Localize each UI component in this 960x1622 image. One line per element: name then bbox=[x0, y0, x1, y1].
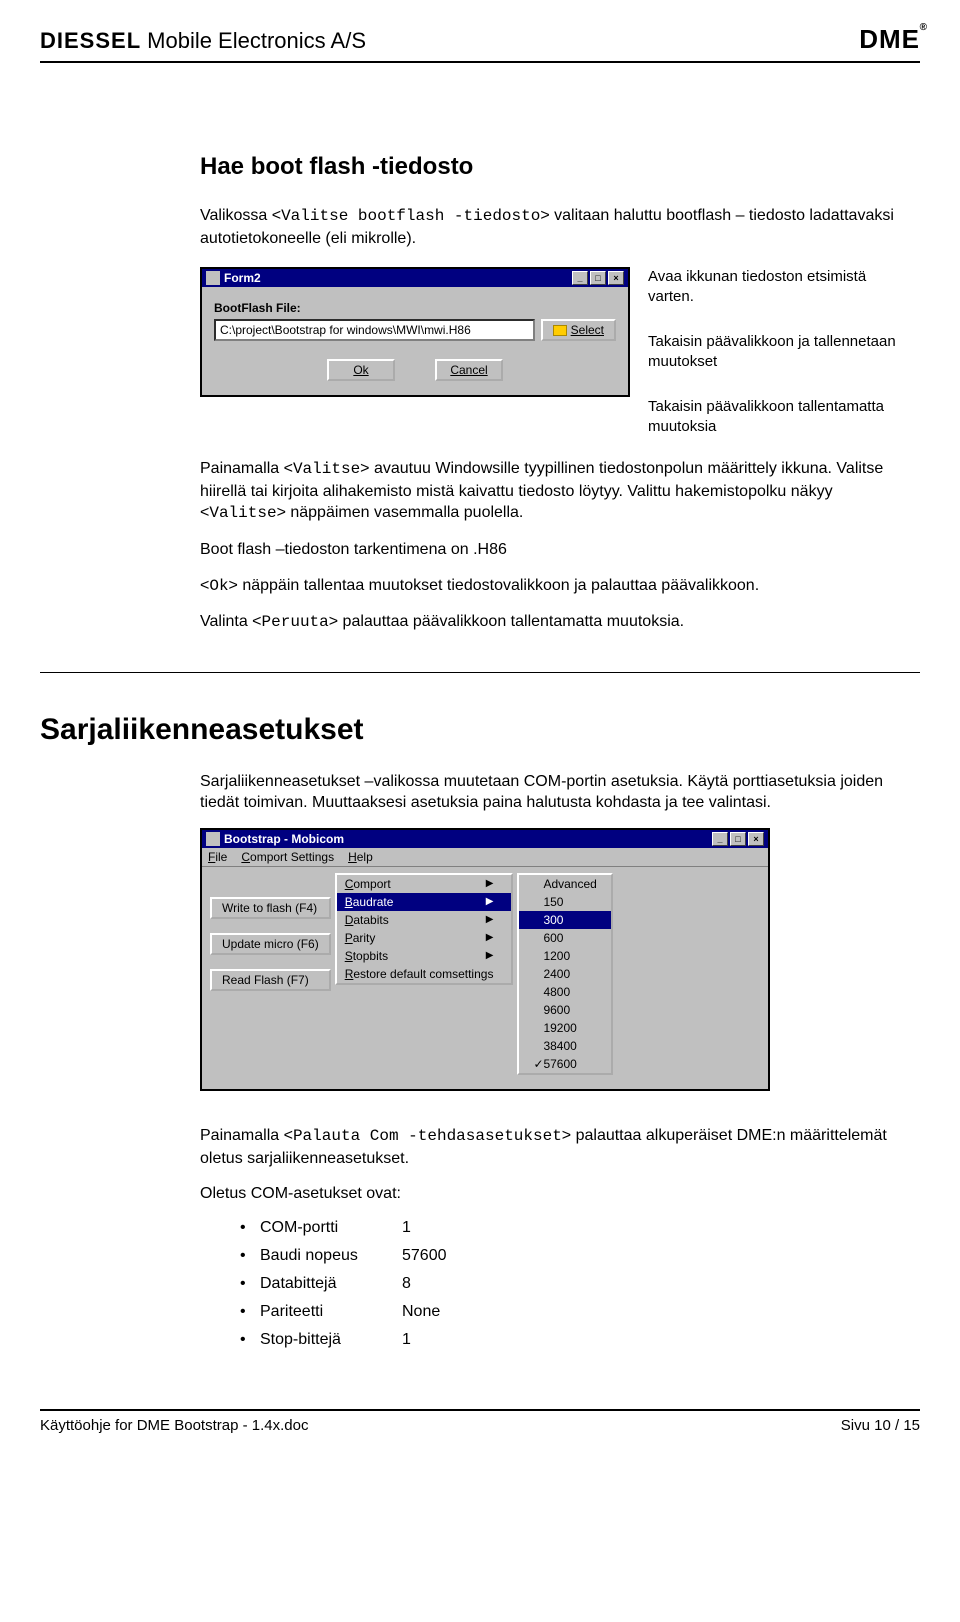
dropdown-item-baudrate[interactable]: Baudrate▶ bbox=[337, 893, 512, 911]
minimize-icon[interactable]: _ bbox=[572, 271, 588, 285]
body-paragraph: <Ok> näppäin tallentaa muutokset tiedost… bbox=[200, 575, 920, 598]
body-paragraph: Boot flash –tiedoston tarkentimena on .H… bbox=[200, 539, 920, 561]
menubar: File Comport Settings Help bbox=[202, 848, 768, 867]
ok-button[interactable]: Ok bbox=[327, 359, 395, 381]
default-row: Stop-bittejä1 bbox=[240, 1331, 920, 1349]
body-paragraph: Painamalla <Valitse> avautuu Windowsille… bbox=[200, 458, 920, 525]
brand-mid: Mobile Electronics A/S bbox=[147, 28, 366, 54]
default-row: Databittejä8 bbox=[240, 1275, 920, 1293]
close-icon[interactable]: × bbox=[748, 832, 764, 846]
write-flash-button[interactable]: Write to flash (F4) bbox=[210, 897, 331, 919]
submenu-item-baud-150[interactable]: 150 bbox=[519, 893, 610, 911]
section-title-com: Sarjaliikenneasetukset bbox=[40, 713, 920, 747]
bootstrap-title: Bootstrap - Mobicom bbox=[224, 832, 344, 846]
default-row: Baudi nopeus57600 bbox=[240, 1247, 920, 1265]
callouts: Avaa ikkunan tiedoston etsimistä varten.… bbox=[648, 267, 898, 436]
menu-help[interactable]: Help bbox=[348, 850, 373, 864]
footer-docname: Käyttöohje for DME Bootstrap - 1.4x.doc bbox=[40, 1417, 308, 1434]
bootflash-file-label: BootFlash File: bbox=[214, 301, 616, 315]
read-flash-button[interactable]: Read Flash (F7) bbox=[210, 969, 331, 991]
dialog-callout-row: Form2 _ □ × BootFlash File: C:\project\B… bbox=[200, 267, 920, 436]
body-paragraph: Valinta <Peruuta> palauttaa päävalikkoon… bbox=[200, 611, 920, 634]
bootstrap-window: Bootstrap - Mobicom _ □ × File Comport S… bbox=[200, 828, 770, 1091]
submenu-item-baud-57600[interactable]: ✓57600 bbox=[519, 1055, 610, 1073]
dropdown-item-restore[interactable]: Restore default comsettings bbox=[337, 965, 512, 983]
submenu-item-baud-300[interactable]: 300 bbox=[519, 911, 610, 929]
submenu-item-baud-9600[interactable]: 9600 bbox=[519, 1001, 610, 1019]
app-icon bbox=[206, 271, 220, 285]
chevron-right-icon: ▶ bbox=[486, 932, 494, 943]
submenu-item-baud-4800[interactable]: 4800 bbox=[519, 983, 610, 1001]
folder-icon bbox=[553, 325, 567, 336]
submenu-item-baud-600[interactable]: 600 bbox=[519, 929, 610, 947]
chevron-right-icon: ▶ bbox=[486, 896, 494, 907]
chevron-right-icon: ▶ bbox=[486, 914, 494, 925]
bootflash-path-input[interactable]: C:\project\Bootstrap for windows\MWI\mwi… bbox=[214, 319, 535, 341]
cancel-button[interactable]: Cancel bbox=[435, 359, 503, 381]
maximize-icon[interactable]: □ bbox=[590, 271, 606, 285]
chevron-right-icon: ▶ bbox=[486, 878, 494, 889]
dropdown-item-databits[interactable]: Databits▶ bbox=[337, 911, 512, 929]
defaults-label: Oletus COM-asetukset ovat: bbox=[200, 1183, 920, 1205]
intro-paragraph: Valikossa <Valitse bootflash -tiedosto> … bbox=[200, 205, 920, 249]
menu-file[interactable]: File bbox=[208, 850, 227, 864]
menu-comport[interactable]: Comport Settings bbox=[241, 850, 334, 864]
default-row: PariteettiNone bbox=[240, 1303, 920, 1321]
callout-open: Avaa ikkunan tiedoston etsimistä varten. bbox=[648, 267, 898, 306]
submenu-item-baud-2400[interactable]: 2400 bbox=[519, 965, 610, 983]
dialog-titlebar[interactable]: Form2 _ □ × bbox=[202, 269, 628, 287]
section-title-bootflash: Hae boot flash -tiedosto bbox=[200, 153, 920, 181]
bootstrap-titlebar[interactable]: Bootstrap - Mobicom _ □ × bbox=[202, 830, 768, 848]
brand-left: DIESSEL bbox=[40, 28, 141, 54]
dropdown-item-stopbits[interactable]: Stopbits▶ bbox=[337, 947, 512, 965]
footer-page: Sivu 10 / 15 bbox=[841, 1417, 920, 1434]
default-row: COM-portti1 bbox=[240, 1219, 920, 1237]
brand-right: DME® bbox=[859, 24, 920, 55]
defaults-list: COM-portti1 Baudi nopeus57600 Databittejä8… bbox=[240, 1219, 920, 1349]
callout-save: Takaisin päävalikkoon ja tallennetaan mu… bbox=[648, 332, 898, 371]
submenu-item-baud-19200[interactable]: 19200 bbox=[519, 1019, 610, 1037]
baudrate-submenu: Advanced 1503006001200240048009600192003… bbox=[517, 873, 612, 1075]
select-button[interactable]: Select bbox=[541, 319, 616, 341]
dialog-title: Form2 bbox=[224, 271, 261, 285]
comport-dropdown: Comport▶ Baudrate▶ Databits▶ Parity▶ Sto… bbox=[335, 873, 514, 985]
app-icon bbox=[206, 832, 220, 846]
form2-dialog: Form2 _ □ × BootFlash File: C:\project\B… bbox=[200, 267, 630, 397]
submenu-item-baud-38400[interactable]: 38400 bbox=[519, 1037, 610, 1055]
update-micro-button[interactable]: Update micro (F6) bbox=[210, 933, 331, 955]
com-intro: Sarjaliikenneasetukset –valikossa muutet… bbox=[200, 771, 920, 814]
chevron-right-icon: ▶ bbox=[486, 950, 494, 961]
page-footer: Käyttöohje for DME Bootstrap - 1.4x.doc … bbox=[40, 1409, 920, 1434]
maximize-icon[interactable]: □ bbox=[730, 832, 746, 846]
submenu-item-advanced[interactable]: Advanced bbox=[519, 875, 610, 893]
dropdown-item-comport[interactable]: Comport▶ bbox=[337, 875, 512, 893]
divider bbox=[40, 672, 920, 673]
dropdown-item-parity[interactable]: Parity▶ bbox=[337, 929, 512, 947]
main-buttons: Write to flash (F4) Update micro (F6) Re… bbox=[210, 873, 331, 1075]
close-icon[interactable]: × bbox=[608, 271, 624, 285]
submenu-item-baud-1200[interactable]: 1200 bbox=[519, 947, 610, 965]
page-header: DIESSEL Mobile Electronics A/S DME® bbox=[40, 24, 920, 63]
restore-paragraph: Painamalla <Palauta Com -tehdasasetukset… bbox=[200, 1125, 920, 1169]
minimize-icon[interactable]: _ bbox=[712, 832, 728, 846]
callout-cancel: Takaisin päävalikkoon tallentamatta muut… bbox=[648, 397, 898, 436]
